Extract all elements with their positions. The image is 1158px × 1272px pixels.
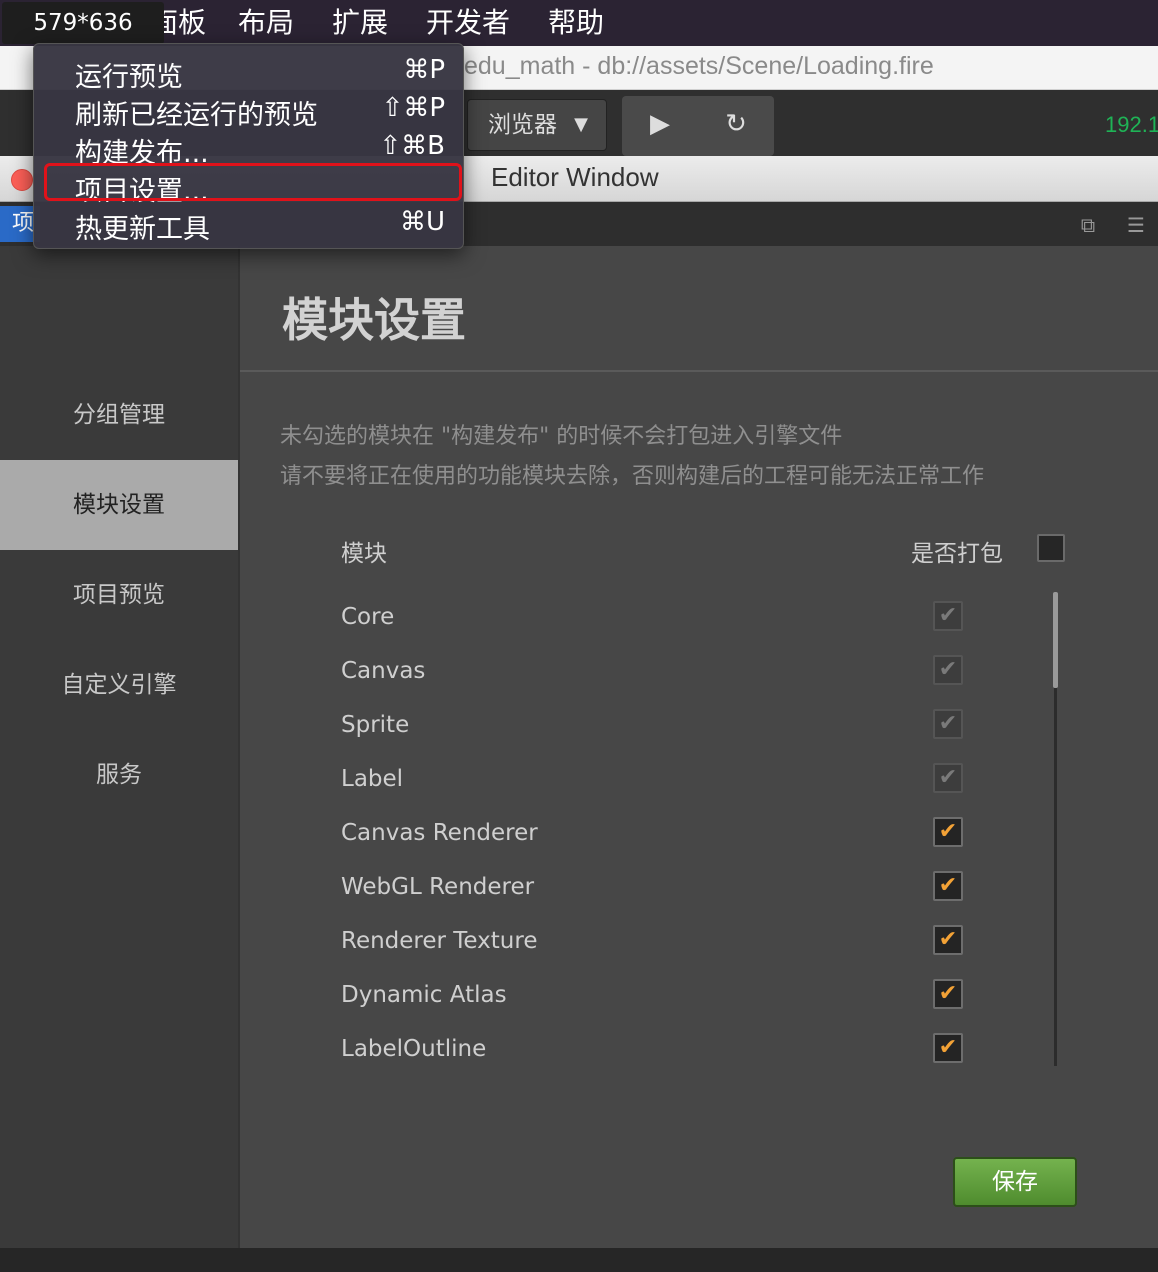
module-checkbox-locked: ✔ bbox=[933, 709, 963, 739]
refresh-icon[interactable]: ↻ bbox=[716, 104, 756, 144]
module-name: Canvas Renderer bbox=[341, 820, 538, 846]
menu-item-shortcut: ⇧⌘P bbox=[381, 93, 445, 123]
module-checkbox[interactable]: ✔ bbox=[933, 871, 963, 901]
select-all-checkbox[interactable] bbox=[1037, 534, 1065, 562]
scene-path: edu_math - db://assets/Scene/Loading.fir… bbox=[464, 52, 934, 80]
preview-controls: ▶ ↻ bbox=[622, 96, 774, 156]
module-row: Canvas ✔ bbox=[341, 652, 963, 706]
menu-help[interactable]: 帮助 bbox=[548, 4, 604, 42]
menu-item-refresh-preview[interactable]: 刷新已经运行的预览 ⇧⌘P bbox=[34, 90, 465, 131]
module-name: Core bbox=[341, 604, 395, 630]
menu-item-build-publish[interactable]: 构建发布... ⇧⌘B bbox=[34, 128, 465, 169]
menu-bar: 面板 布局 扩展 开发者 帮助 579*636 bbox=[0, 0, 1158, 46]
module-row: Core ✔ bbox=[341, 598, 963, 652]
menu-item-label: 刷新已经运行的预览 bbox=[75, 100, 318, 131]
preview-platform-label: 浏览器 bbox=[488, 112, 557, 138]
module-settings-panel: 模块设置 未勾选的模块在 "构建发布" 的时候不会打包进入引擎文件 请不要将正在… bbox=[240, 246, 1158, 1248]
module-name: Dynamic Atlas bbox=[341, 982, 507, 1008]
window-title: Editor Window bbox=[491, 162, 659, 192]
module-checkbox[interactable]: ✔ bbox=[933, 817, 963, 847]
module-checkbox-locked: ✔ bbox=[933, 601, 963, 631]
menu-item-label: 热更新工具 bbox=[75, 214, 210, 245]
module-list-scrollbar[interactable] bbox=[1053, 592, 1058, 1066]
module-checkbox[interactable]: ✔ bbox=[933, 1033, 963, 1063]
column-header-pack: 是否打包 bbox=[911, 541, 1003, 567]
sidebar-item-services[interactable]: 服务 bbox=[0, 730, 238, 820]
menu-item-run-preview[interactable]: 运行预览 ⌘P bbox=[34, 52, 465, 93]
module-name: LabelOutline bbox=[341, 1036, 487, 1062]
highlight-annotation bbox=[44, 163, 462, 201]
ip-address: 192.1 bbox=[1105, 112, 1158, 137]
module-row: Renderer Texture ✔ bbox=[341, 922, 963, 976]
module-row: Dynamic Atlas ✔ bbox=[341, 976, 963, 1030]
save-button[interactable]: 保存 bbox=[953, 1157, 1077, 1207]
module-name: Label bbox=[341, 766, 404, 792]
menu-layout[interactable]: 布局 bbox=[238, 4, 294, 42]
module-row: LabelOutline ✔ bbox=[341, 1030, 963, 1084]
caret-down-icon: ▼ bbox=[574, 114, 588, 135]
preview-platform-select[interactable]: 浏览器 ▼ bbox=[467, 99, 607, 151]
menu-extensions[interactable]: 扩展 bbox=[332, 4, 388, 42]
dimension-overlay: 579*636 bbox=[2, 2, 164, 44]
sidebar-item-module-settings[interactable]: 模块设置 bbox=[0, 460, 238, 550]
window-close-button[interactable] bbox=[11, 169, 33, 191]
menu-item-hot-update-tool[interactable]: 热更新工具 ⌘U bbox=[34, 204, 465, 245]
module-row: WebGL Renderer ✔ bbox=[341, 868, 963, 922]
description-line-2: 请不要将正在使用的功能模块去除，否则构建后的工程可能无法正常工作 bbox=[280, 464, 985, 489]
sidebar-item-group-management[interactable]: 分组管理 bbox=[0, 370, 238, 460]
module-checkbox-locked: ✔ bbox=[933, 763, 963, 793]
module-row: Label ✔ bbox=[341, 760, 963, 814]
description-line-1: 未勾选的模块在 "构建发布" 的时候不会打包进入引擎文件 bbox=[280, 424, 843, 449]
divider bbox=[240, 370, 1158, 372]
module-name: Renderer Texture bbox=[341, 928, 538, 954]
menu-item-label: 运行预览 bbox=[75, 62, 183, 93]
module-name: WebGL Renderer bbox=[341, 874, 535, 900]
sidebar-item-project-preview[interactable]: 项目预览 bbox=[0, 550, 238, 640]
module-row: Canvas Renderer ✔ bbox=[341, 814, 963, 868]
settings-sidebar: 分组管理 模块设置 项目预览 自定义引擎 服务 bbox=[0, 246, 240, 1248]
status-footer bbox=[0, 1248, 1158, 1272]
module-checkbox[interactable]: ✔ bbox=[933, 979, 963, 1009]
menu-developer[interactable]: 开发者 bbox=[426, 4, 510, 42]
menu-item-shortcut: ⌘U bbox=[399, 207, 445, 237]
scrollbar-thumb[interactable] bbox=[1053, 592, 1058, 688]
column-header-module: 模块 bbox=[341, 541, 387, 567]
module-name: Sprite bbox=[341, 712, 410, 738]
page-title: 模块设置 bbox=[282, 293, 466, 347]
menu-item-shortcut: ⇧⌘B bbox=[379, 131, 445, 161]
module-checkbox-locked: ✔ bbox=[933, 655, 963, 685]
play-icon[interactable]: ▶ bbox=[640, 104, 680, 144]
menu-item-shortcut: ⌘P bbox=[403, 55, 445, 85]
hamburger-menu-icon[interactable]: ☰ bbox=[1125, 214, 1147, 236]
sidebar-item-custom-engine[interactable]: 自定义引擎 bbox=[0, 640, 238, 730]
module-checkbox[interactable]: ✔ bbox=[933, 925, 963, 955]
module-name: Canvas bbox=[341, 658, 426, 684]
popout-icon[interactable]: ⧉ bbox=[1077, 214, 1099, 236]
module-row: Sprite ✔ bbox=[341, 706, 963, 760]
project-menu-dropdown: 运行预览 ⌘P 刷新已经运行的预览 ⇧⌘P 构建发布... ⇧⌘B 项目设置..… bbox=[33, 43, 464, 249]
